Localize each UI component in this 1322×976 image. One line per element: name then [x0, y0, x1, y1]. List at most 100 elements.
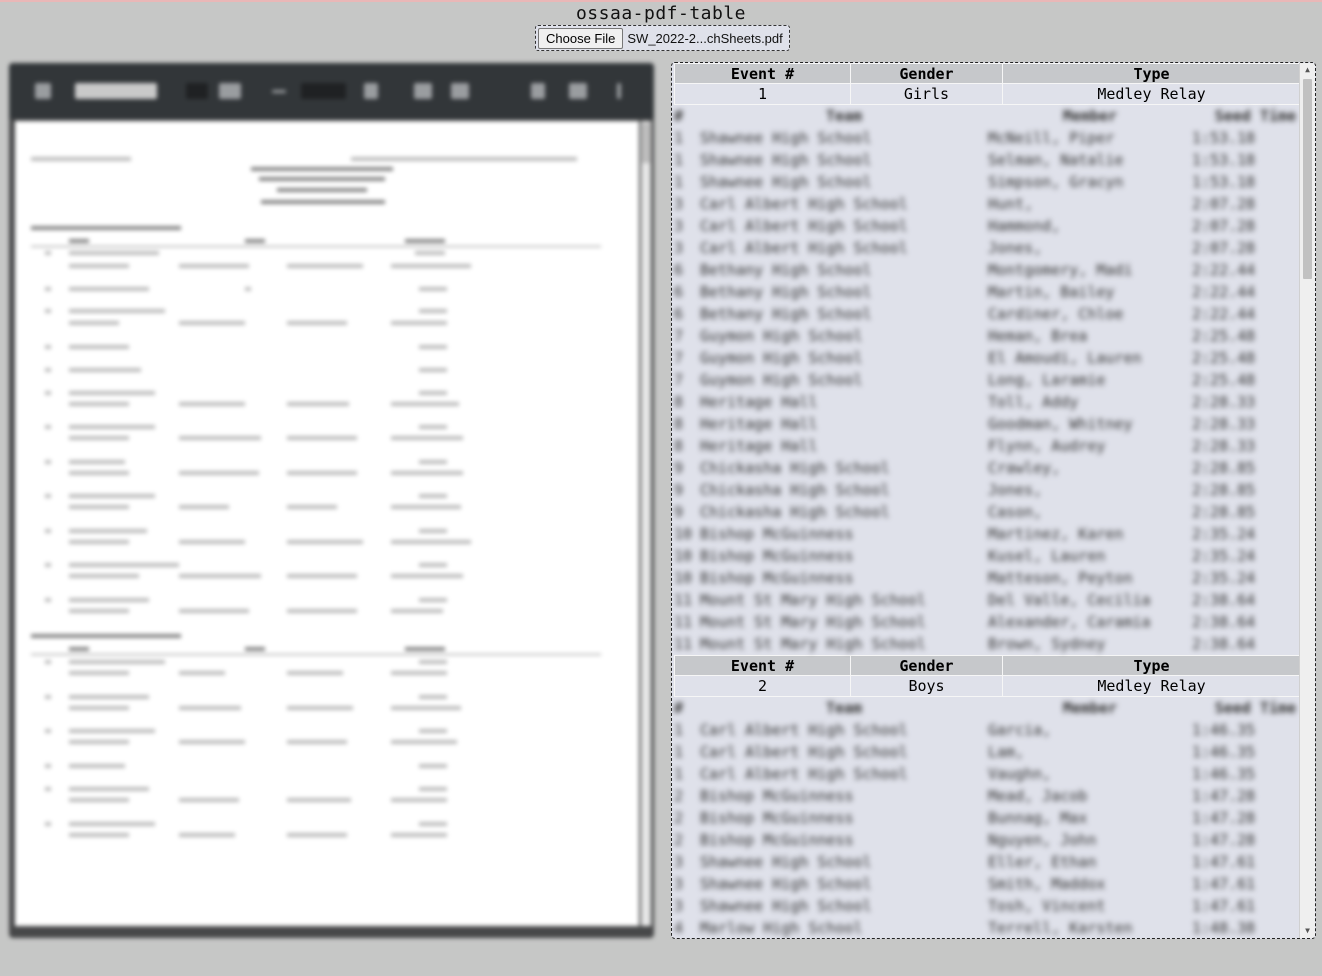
gender-header: Gender — [850, 655, 1003, 676]
table-row: 9 Chickasha High School Cason, 2:28.85 — [674, 501, 1300, 523]
seed-time-cell: 2:35.24 — [1192, 525, 1256, 543]
download-icon[interactable] — [531, 83, 545, 99]
place-cell: 11 — [674, 591, 693, 609]
member-cell: Jones, — [988, 239, 1043, 257]
results-table: # Team Member Seed Time 1 Shawnee High School… — [674, 105, 1300, 655]
event-header-table: Event # Gender Type 1 Girls Medley Relay — [674, 63, 1301, 105]
member-cell: Martin, Bailey — [988, 283, 1115, 301]
seed-time-cell: 1:46.35 — [1192, 765, 1256, 783]
table-row: 6 Bethany High School Cardiner, Chloe 2:22.… — [674, 303, 1300, 325]
seed-time-cell: 2:25.48 — [1192, 371, 1256, 389]
place-cell: 2 — [674, 787, 684, 805]
member-cell: Matteson, Peyton — [988, 569, 1133, 587]
table-row: 1 Carl Albert High School Garcia, 1:46.35 — [674, 719, 1300, 741]
event-number-header: Event # — [674, 655, 851, 676]
scroll-up-arrow-icon[interactable]: ▲ — [1300, 63, 1315, 77]
team-cell: Heritage Hall — [700, 437, 818, 455]
team-cell: Chickasha High School — [700, 503, 890, 521]
seed-time-cell: 2:07.28 — [1192, 239, 1256, 257]
place-cell: 3 — [674, 897, 684, 915]
place-cell: 11 — [674, 613, 693, 631]
place-cell: 7 — [674, 327, 684, 345]
member-cell: Vaughn, — [988, 765, 1052, 783]
seed-time-cell: 1:47.28 — [1192, 809, 1256, 827]
scroll-thumb[interactable] — [1303, 79, 1312, 279]
member-cell: El Amoudi, Lauren — [988, 349, 1142, 367]
seed-time-cell: 2:28.33 — [1192, 437, 1256, 455]
pdf-toolbar — [9, 63, 654, 119]
type-header: Type — [1002, 63, 1301, 84]
table-row: 6 Bethany High School Montgomery, Madi 2:22… — [674, 259, 1300, 281]
team-cell: Carl Albert High School — [700, 721, 908, 739]
table-row: 1 Carl Albert High School Lam, 1:46.35 — [674, 741, 1300, 763]
team-cell: Shawnee High School — [700, 151, 872, 169]
place-cell: 1 — [674, 129, 684, 147]
rotate-icon[interactable] — [451, 83, 469, 99]
place-cell: 1 — [674, 151, 684, 169]
zoom-out-icon[interactable] — [272, 90, 286, 93]
team-cell: Chickasha High School — [700, 481, 890, 499]
team-cell: Bishop McGuinness — [700, 787, 854, 805]
pdf-scrollbar[interactable] — [641, 121, 651, 926]
event-type: Medley Relay — [1002, 675, 1301, 697]
page-total-label — [219, 83, 241, 99]
place-cell: 8 — [674, 393, 684, 411]
table-row: 7 Guymon High School Long, Laramie 2:25.48 — [674, 369, 1300, 391]
member-cell: Garcia, — [988, 721, 1052, 739]
more-options-icon[interactable] — [617, 83, 621, 99]
place-cell: 9 — [674, 503, 684, 521]
team-cell: Guymon High School — [700, 327, 863, 345]
team-cell: Bethany High School — [700, 283, 872, 301]
team-cell: Bethany High School — [700, 261, 872, 279]
print-icon[interactable] — [569, 83, 587, 99]
seed-time-cell: 2:28.85 — [1192, 503, 1256, 521]
table-row: 11 Mount St Mary High School Del Valle, Ce… — [674, 589, 1300, 611]
event-type: Medley Relay — [1002, 83, 1301, 105]
seed-time-cell: 2:25.48 — [1192, 349, 1256, 367]
member-column-header: Member — [1062, 699, 1118, 717]
member-cell: Tosh, Vincent — [988, 897, 1106, 915]
choose-file-button[interactable]: Choose File — [538, 27, 624, 49]
team-cell: Bishop McGuinness — [700, 809, 854, 827]
seed-time-cell: 2:38.64 — [1192, 635, 1256, 653]
team-cell: Shawnee High School — [700, 875, 872, 893]
place-cell: 10 — [674, 569, 693, 587]
team-cell: Carl Albert High School — [700, 217, 908, 235]
place-cell: 6 — [674, 261, 684, 279]
table-row: 11 Mount St Mary High School Brown, Sydney… — [674, 633, 1300, 655]
team-cell: Bishop McGuinness — [700, 525, 854, 543]
team-column-header: Team — [825, 107, 863, 125]
place-cell: 1 — [674, 173, 684, 191]
fit-page-icon[interactable] — [414, 83, 432, 99]
page-number-field[interactable] — [186, 83, 208, 99]
file-input[interactable]: Choose File SW_2022-2...chSheets.pdf — [535, 25, 790, 51]
zoom-level-field[interactable] — [301, 83, 346, 99]
seed-time-column-header: Seed Time — [1214, 699, 1296, 717]
event-gender: Boys — [850, 675, 1003, 697]
seed-time-cell: 2:28.85 — [1192, 459, 1256, 477]
member-cell: Long, Laramie — [988, 371, 1106, 389]
table-row: 8 Heritage Hall Toll, Addy 2:28.33 — [674, 391, 1300, 413]
scroll-down-arrow-icon[interactable]: ▼ — [1300, 924, 1315, 938]
seed-time-cell: 1:47.61 — [1192, 875, 1256, 893]
member-cell: Terrell, Karsten — [988, 919, 1133, 937]
member-cell: Nguyen, John — [988, 831, 1097, 849]
table-row: 6 Bethany High School Martin, Bailey 2:22.4… — [674, 281, 1300, 303]
place-cell: 3 — [674, 875, 684, 893]
seed-time-cell: 2:28.33 — [1192, 415, 1256, 433]
member-cell: Eller, Ethan — [988, 853, 1097, 871]
results-scrollbar[interactable]: ▲ ▼ — [1299, 63, 1315, 938]
zoom-in-icon[interactable] — [364, 83, 378, 99]
seed-time-cell: 1:46.35 — [1192, 721, 1256, 739]
menu-icon[interactable] — [35, 83, 51, 99]
place-cell: 4 — [674, 919, 684, 937]
seed-time-cell: 1:48.38 — [1192, 919, 1256, 937]
results-panel[interactable]: Event # Gender Type 1 Girls Medley Relay # Team… — [671, 62, 1316, 939]
gender-header: Gender — [850, 63, 1003, 84]
table-row: 3 Shawnee High School Smith, Maddox 1:47.61 — [674, 873, 1300, 895]
team-cell: Carl Albert High School — [700, 765, 908, 783]
place-cell: 1 — [674, 743, 684, 761]
pdf-viewer[interactable] — [9, 63, 654, 938]
seed-time-cell: 1:53.18 — [1192, 129, 1256, 147]
team-cell: Heritage Hall — [700, 393, 818, 411]
